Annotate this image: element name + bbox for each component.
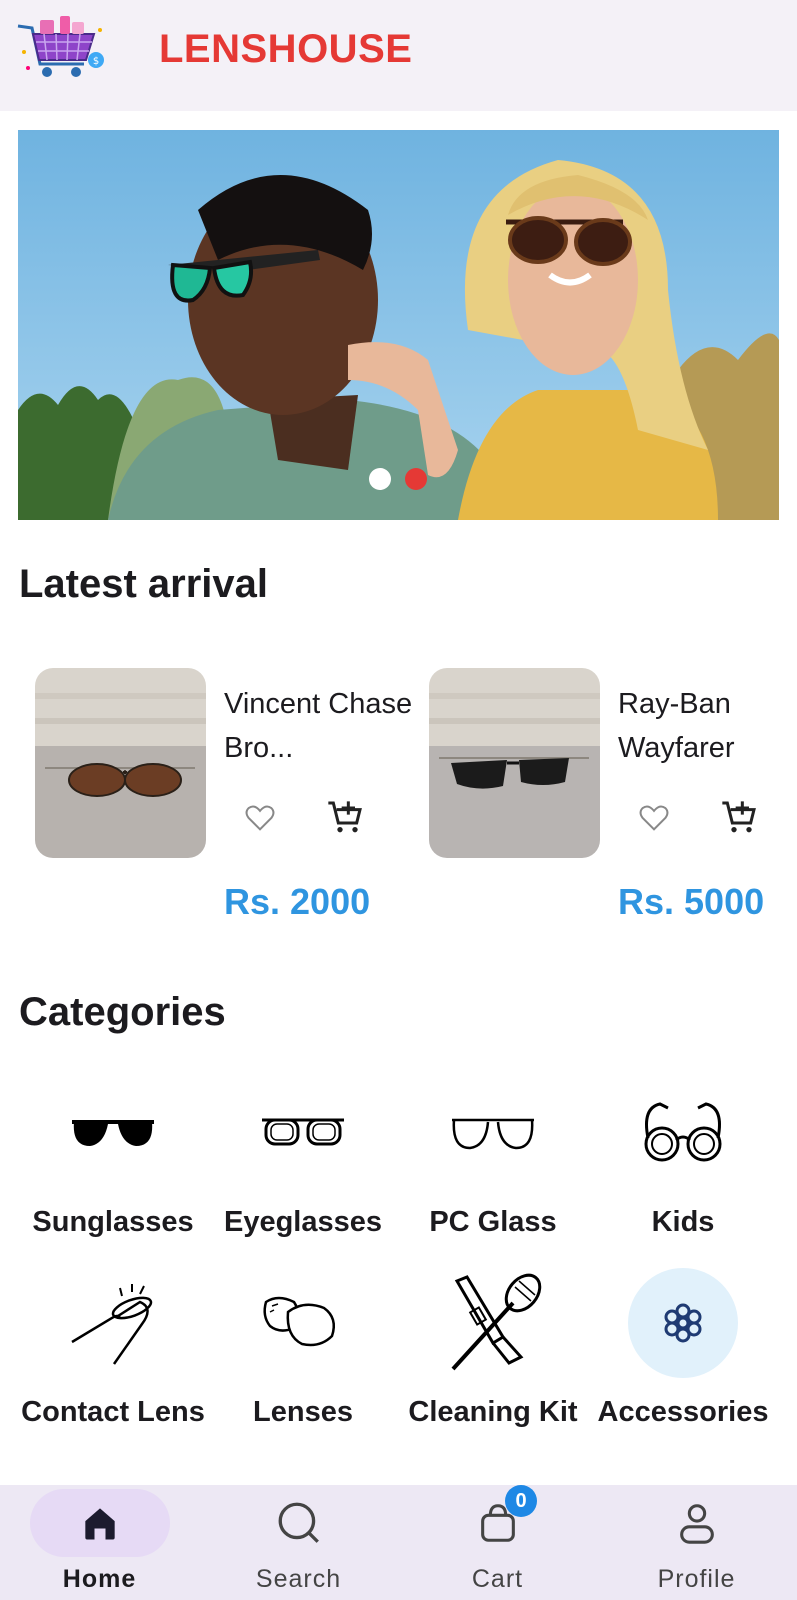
product-name[interactable]: Vincent Chase Bro... <box>224 682 414 770</box>
category-label: Kids <box>651 1206 715 1238</box>
latest-arrival-title: Latest arrival <box>19 562 269 606</box>
category-accessories[interactable]: Accessories <box>588 1268 778 1448</box>
kids-glasses-icon <box>628 1078 738 1188</box>
nav-search[interactable]: Search <box>199 1485 398 1600</box>
app-bar: $ LENSHOUSE <box>0 0 797 111</box>
eyeglasses-icon <box>248 1078 358 1188</box>
product-name[interactable]: Ray-Ban Wayfarer <box>618 682 797 770</box>
cart-bag-icon[interactable] <box>428 1489 568 1557</box>
round-brown-sunglasses-photo[interactable] <box>35 668 206 858</box>
category-lenses[interactable]: Lenses <box>208 1268 398 1448</box>
nav-profile-label: Profile <box>657 1565 736 1593</box>
product-price: Rs. 5000 <box>618 881 765 922</box>
category-cleaning-kit[interactable]: Cleaning Kit <box>398 1268 588 1448</box>
profile-icon[interactable] <box>627 1489 767 1557</box>
heart-icon[interactable] <box>634 798 674 838</box>
home-icon[interactable] <box>29 1489 170 1557</box>
nav-cart-label: Cart <box>471 1565 524 1593</box>
product-card[interactable]: Ray-Ban Wayfarer Rs. 5000 <box>429 668 797 928</box>
sunglasses-icon <box>58 1078 168 1188</box>
product-card[interactable]: Vincent Chase Bro... Rs. 2000 <box>35 668 415 928</box>
category-label: PC Glass <box>429 1206 557 1238</box>
nav-home[interactable]: Home <box>0 1485 199 1600</box>
category-label: Sunglasses <box>32 1206 194 1238</box>
svg-text:$: $ <box>93 56 99 67</box>
shopping-cart-logo-icon[interactable]: $ <box>14 12 108 88</box>
category-sunglasses[interactable]: Sunglasses <box>18 1078 208 1258</box>
category-kids[interactable]: Kids <box>588 1078 778 1258</box>
nav-home-label: Home <box>62 1565 137 1593</box>
bottom-navigation: Home Search 0 Cart Profile <box>0 1485 797 1600</box>
contact-lens-icon <box>58 1268 168 1378</box>
categories-title: Categories <box>19 990 226 1034</box>
nav-cart[interactable]: 0 Cart <box>398 1485 597 1600</box>
cart-count-badge: 0 <box>505 1485 537 1517</box>
promo-banner[interactable] <box>18 130 779 520</box>
category-eyeglasses[interactable]: Eyeglasses <box>208 1078 398 1258</box>
nav-profile[interactable]: Profile <box>597 1485 796 1600</box>
category-label: Accessories <box>597 1396 769 1428</box>
add-to-cart-icon[interactable] <box>323 796 367 840</box>
category-label: Lenses <box>253 1396 353 1428</box>
cleaning-kit-icon <box>438 1268 548 1378</box>
accessories-icon <box>628 1268 738 1378</box>
nav-search-label: Search <box>255 1565 342 1593</box>
banner-dot-2-active[interactable] <box>405 468 427 490</box>
banner-dot-1[interactable] <box>369 468 391 490</box>
category-label: Eyeglasses <box>223 1206 382 1238</box>
couple-wearing-sunglasses-photo <box>18 130 779 520</box>
black-wayfarer-sunglasses-photo[interactable] <box>429 668 600 858</box>
category-label: Contact Lens <box>21 1396 205 1428</box>
add-to-cart-icon[interactable] <box>717 796 761 840</box>
category-label: Cleaning Kit <box>408 1396 578 1428</box>
search-icon[interactable] <box>229 1489 369 1557</box>
heart-icon[interactable] <box>240 798 280 838</box>
category-contact-lens[interactable]: Contact Lens <box>18 1268 208 1448</box>
app-brand-title: LENSHOUSE <box>159 27 413 71</box>
pc-glass-icon <box>438 1078 548 1188</box>
category-pc-glass[interactable]: PC Glass <box>398 1078 588 1258</box>
lenses-icon <box>248 1268 358 1378</box>
product-price: Rs. 2000 <box>224 881 371 922</box>
